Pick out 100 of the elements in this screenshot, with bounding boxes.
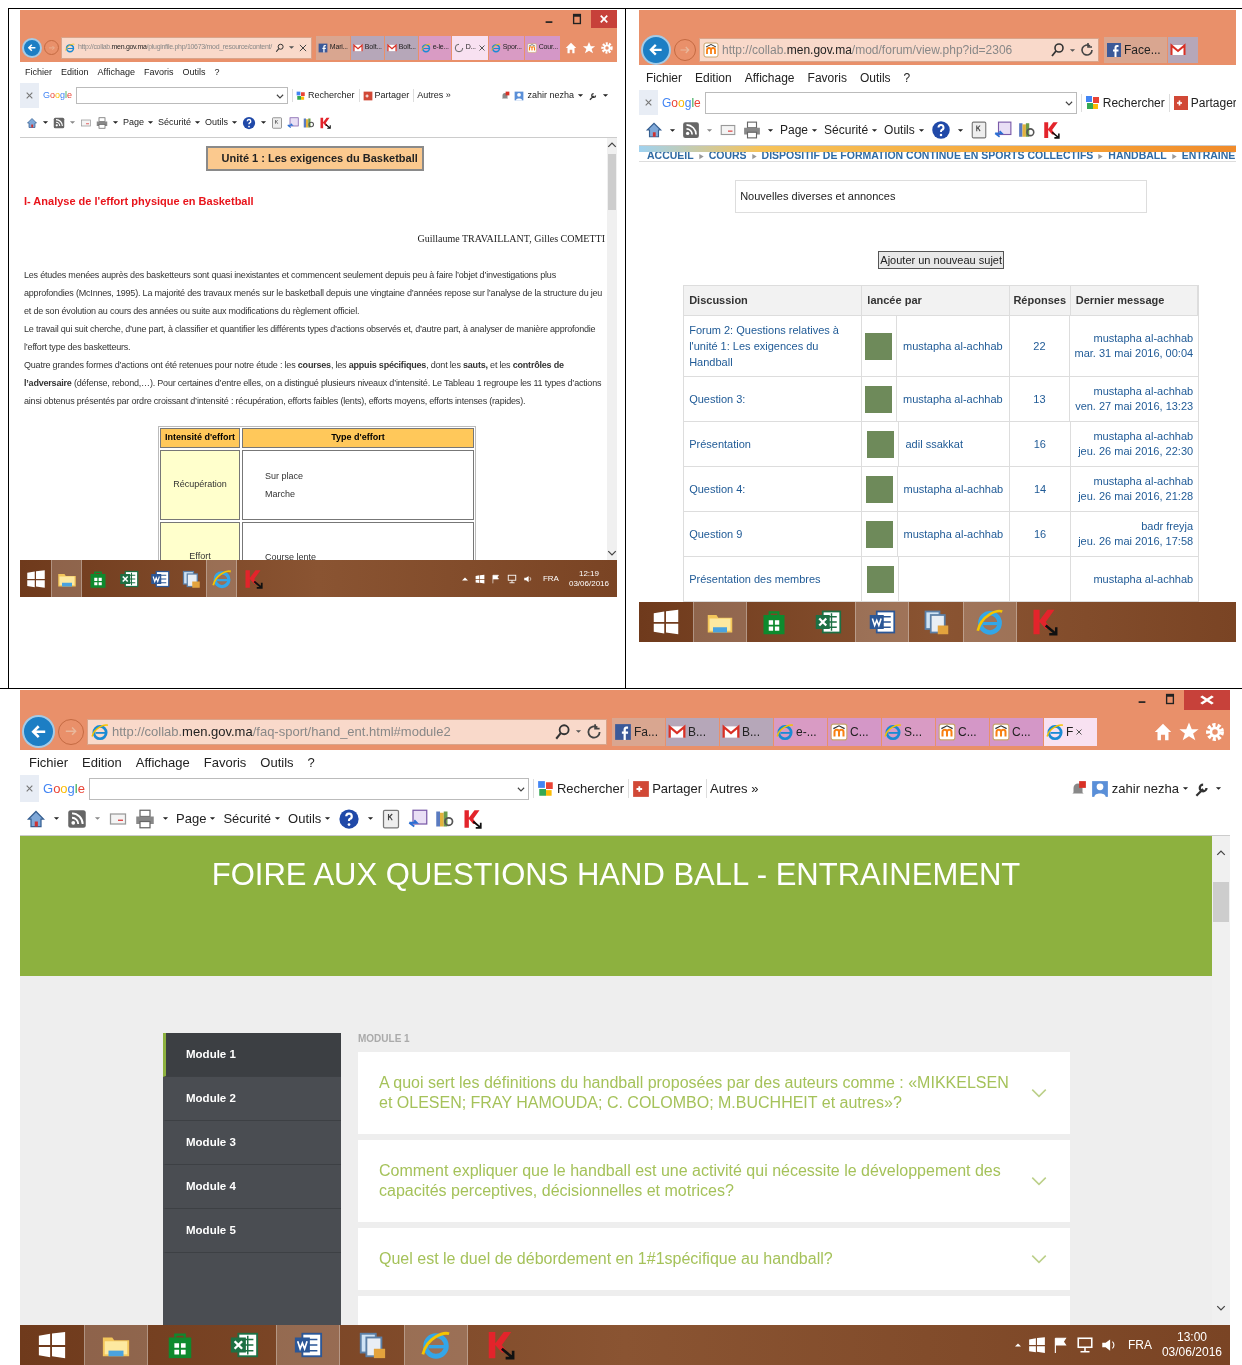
print-icon[interactable] [96, 116, 108, 129]
help-icon[interactable] [242, 115, 257, 130]
key-icon[interactable] [381, 808, 402, 829]
menu-item[interactable]: Affichage [97, 65, 135, 80]
browser-tab[interactable]: Fa... [612, 717, 665, 746]
caret-icon[interactable] [260, 119, 268, 126]
toolbar-button[interactable]: Rechercher [292, 88, 355, 103]
menu-item[interactable]: Affichage [744, 68, 795, 87]
files-icon[interactable] [922, 608, 950, 636]
caret-icon[interactable] [1182, 785, 1189, 792]
search-colors-icon[interactable] [296, 90, 307, 101]
close-button[interactable] [591, 10, 617, 28]
browser-tab[interactable]: C... [990, 717, 1043, 746]
notification-icon[interactable] [500, 90, 511, 101]
toolbar-button[interactable]: Rechercher [532, 778, 625, 799]
caret-icon[interactable] [575, 728, 582, 735]
menu-item[interactable]: Affichage [135, 752, 190, 773]
command-menu[interactable]: Page [123, 115, 155, 130]
search-colors-icon[interactable] [1084, 94, 1101, 111]
browser-tab[interactable]: B... [666, 717, 719, 746]
discussion-link[interactable]: Présentation des membres [689, 571, 821, 587]
breadcrumb-link[interactable]: ACCUEIL [647, 151, 694, 161]
scrollbar[interactable] [607, 138, 617, 560]
feed-icon[interactable] [53, 116, 65, 129]
discussion-link[interactable]: Présentation [689, 436, 751, 452]
windows-start-icon[interactable] [1027, 1336, 1046, 1354]
address-bar[interactable]: http://collab.men.gov.ma/faq-sport/hand_ent.html#module2 [87, 718, 607, 745]
translate-icon[interactable] [993, 121, 1012, 139]
toolbar-button[interactable]: Partager [358, 88, 410, 103]
menu-item[interactable]: Edition [82, 752, 122, 773]
scroll-up-icon[interactable] [1216, 848, 1226, 858]
browser-tab[interactable] [1167, 37, 1198, 63]
caret-icon[interactable] [112, 119, 119, 126]
windows-start-icon[interactable] [37, 1330, 67, 1360]
discussion-link[interactable]: Question 4: [689, 481, 746, 497]
breadcrumb-link[interactable]: HANDBALL [1108, 151, 1167, 161]
language-indicator[interactable]: FRA [542, 572, 559, 585]
wrench-icon[interactable] [588, 90, 598, 101]
menu-item[interactable]: Outils [859, 68, 891, 87]
books-icon[interactable] [303, 116, 316, 129]
caret-icon[interactable] [917, 126, 925, 134]
reply-count[interactable]: 16 [1033, 525, 1047, 543]
taskbar-button[interactable] [855, 602, 909, 642]
search-icon[interactable] [554, 722, 572, 741]
flag-icon[interactable] [490, 573, 501, 584]
scrollbar-thumb[interactable] [1213, 882, 1229, 922]
back-button[interactable] [22, 37, 42, 58]
browser-tab[interactable]: Face... [1104, 37, 1167, 63]
author-link[interactable]: mustapha al-achhab [897, 390, 1009, 408]
menu-item[interactable]: Fichier [25, 65, 52, 80]
taskbar-button[interactable] [693, 602, 747, 642]
spreadsheet-icon[interactable] [814, 608, 842, 636]
browser-tab[interactable]: e-... [774, 717, 827, 746]
author-link[interactable]: mustapha al-achhab [897, 337, 1009, 355]
caret-icon[interactable] [1215, 785, 1222, 792]
discussion-link[interactable]: Question 3: [689, 391, 746, 407]
windows-start-icon[interactable] [25, 568, 46, 589]
menu-item[interactable]: Favoris [807, 68, 847, 87]
taskbar-button[interactable] [51, 560, 82, 597]
last-author-link[interactable]: mustapha al-achhab [1093, 571, 1194, 587]
stop-icon[interactable] [297, 42, 308, 53]
search-field[interactable] [704, 91, 1077, 114]
volume-icon[interactable] [522, 573, 533, 584]
last-author-link[interactable]: mustapha al-achhab [1093, 429, 1194, 444]
document-icon[interactable] [149, 568, 170, 589]
network-icon[interactable] [1075, 1336, 1094, 1354]
last-post-date[interactable]: jeu. 26 mai 2016, 22:30 [1078, 444, 1194, 459]
close-tab-icon[interactable] [1075, 727, 1084, 736]
author-link[interactable]: mustapha al-achhab [897, 525, 1010, 543]
toolbar-button[interactable]: Autres » [413, 88, 451, 103]
translate-icon[interactable] [408, 808, 429, 829]
browser-tab[interactable]: F [1044, 717, 1097, 746]
browser-icon[interactable] [211, 568, 232, 589]
toolbar-button[interactable]: Autres » [706, 778, 759, 799]
command-menu[interactable]: Page [780, 121, 819, 139]
browser-tab[interactable]: C... [936, 717, 989, 746]
menu-item[interactable]: Fichier [646, 68, 682, 87]
menu-item[interactable]: Edition [695, 68, 732, 87]
command-menu[interactable]: Sécurité [223, 808, 282, 829]
reply-count[interactable]: 16 [1033, 435, 1046, 453]
document-icon[interactable] [293, 1330, 323, 1360]
menu-item[interactable]: ? [214, 65, 220, 80]
caret-icon[interactable] [669, 126, 676, 134]
browser-tab[interactable]: S... [882, 717, 935, 746]
back-button[interactable] [641, 35, 671, 65]
reply-count[interactable]: 14 [1033, 480, 1047, 498]
home-icon[interactable] [26, 116, 38, 129]
taskbar-button[interactable] [276, 1325, 340, 1365]
last-post-date[interactable]: ven. 27 mai 2016, 13:23 [1075, 399, 1194, 414]
scrollbar-thumb[interactable] [608, 154, 616, 210]
caret-icon[interactable] [956, 126, 964, 134]
user-menu[interactable]: zahir nezha [1090, 778, 1189, 799]
print-icon[interactable] [135, 808, 155, 829]
spreadsheet-icon[interactable] [118, 568, 139, 589]
share-icon[interactable] [632, 779, 651, 798]
caret-icon[interactable] [42, 119, 49, 126]
share-icon[interactable] [1172, 94, 1189, 111]
reply-count[interactable]: 22 [1033, 337, 1046, 355]
browser-icon[interactable] [421, 1330, 451, 1360]
scroll-down-icon[interactable] [1216, 1303, 1226, 1313]
